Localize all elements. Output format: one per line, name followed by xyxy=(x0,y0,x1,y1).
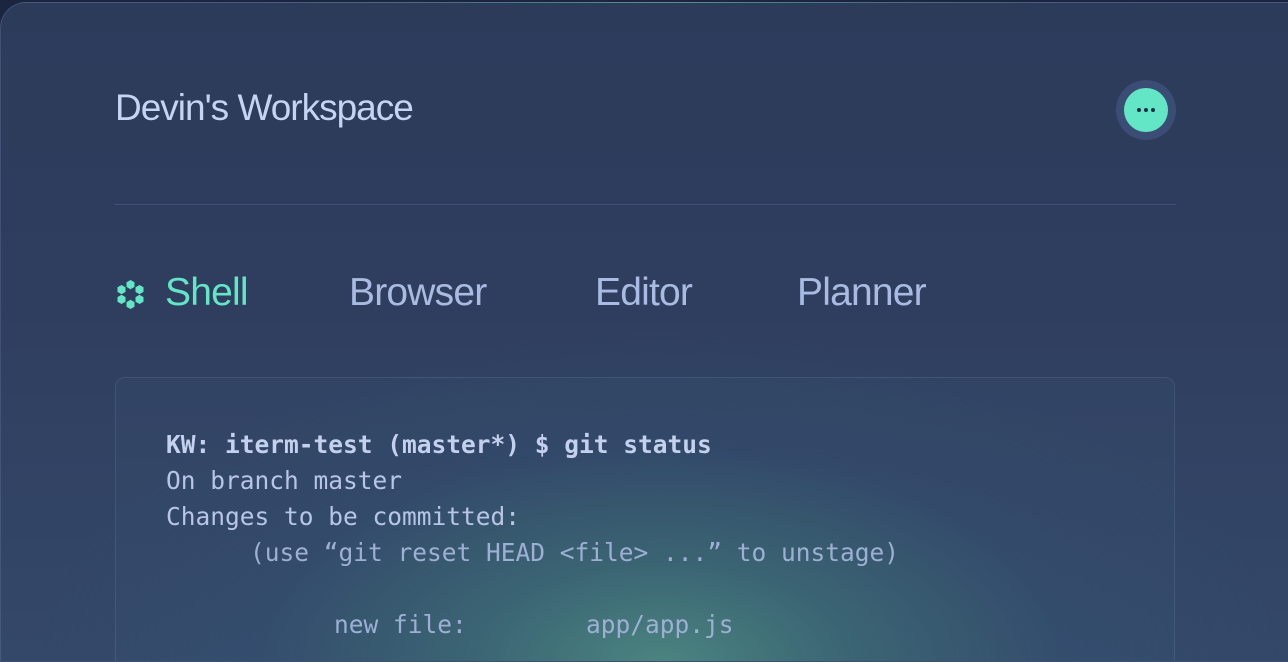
terminal-command-line: KW: iterm-test (master*) $ git status xyxy=(166,430,712,459)
hexagon-cluster-icon xyxy=(117,280,144,309)
terminal-output-line: (use “git reset HEAD <file> ...” to unst… xyxy=(250,538,900,567)
terminal-panel[interactable]: KW: iterm-test (master*) $ git status On… xyxy=(115,377,1175,661)
tab-editor[interactable]: Editor xyxy=(595,271,693,315)
tab-browser[interactable]: Browser xyxy=(349,271,487,315)
tab-shell[interactable]: Shell xyxy=(165,271,249,315)
workspace-title: Devin's Workspace xyxy=(115,87,414,128)
workspace-window: Devin's Workspace Shell Browser Editor P… xyxy=(0,2,1288,662)
ellipsis-dot xyxy=(1137,108,1141,112)
ellipsis-dot xyxy=(1151,108,1155,112)
terminal-output-line: app/app.js xyxy=(586,610,734,639)
terminal-output-line: new file: xyxy=(334,610,467,639)
header-divider xyxy=(114,204,1176,205)
terminal-output-line: On branch master xyxy=(166,466,403,495)
ellipsis-icon xyxy=(1124,88,1168,132)
ellipsis-dot xyxy=(1144,108,1148,112)
terminal-output-line: Changes to be committed: xyxy=(166,502,521,531)
tab-planner[interactable]: Planner xyxy=(797,271,927,315)
more-options-button[interactable] xyxy=(1116,80,1176,140)
